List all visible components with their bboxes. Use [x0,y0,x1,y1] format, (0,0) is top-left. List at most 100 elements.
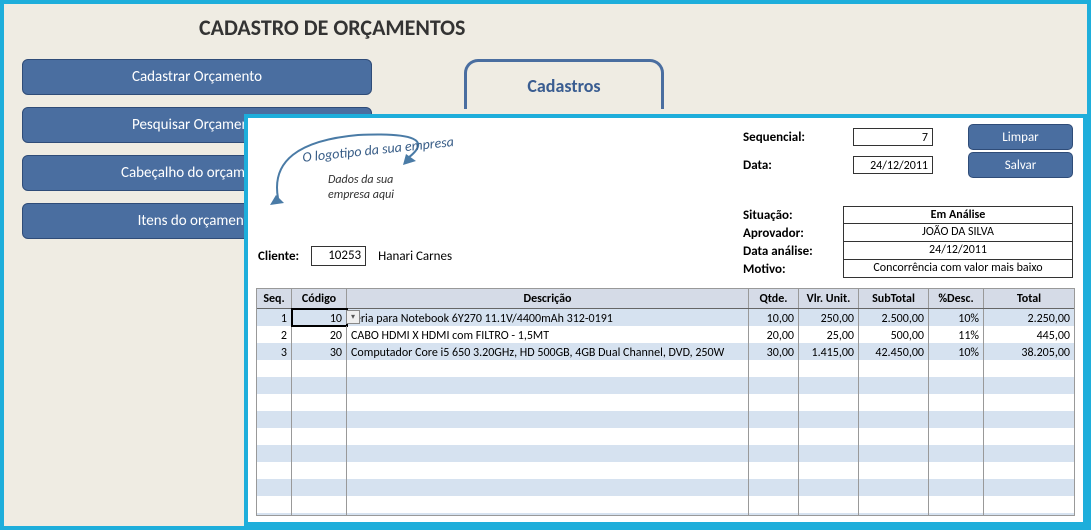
cell-total[interactable]: 2.250,00 [984,309,1074,326]
tab-cadastros[interactable]: Cadastros [464,59,664,109]
cell-desc[interactable] [929,462,984,479]
dropdown-icon[interactable]: ▾ [346,310,360,324]
cell-unit[interactable] [799,428,859,445]
cell-total[interactable] [984,479,1074,496]
cell-desc[interactable] [929,411,984,428]
cell-qtde[interactable] [749,394,799,411]
cell-seq[interactable] [257,394,292,411]
cell-qtde[interactable] [749,377,799,394]
cell-subtotal[interactable] [859,479,929,496]
cell-total[interactable] [984,428,1074,445]
cell-qtde[interactable]: 10,00 [749,309,799,326]
cadastrar-orcamento-button[interactable]: Cadastrar Orçamento [22,59,372,95]
cell-qtde[interactable] [749,496,799,513]
table-row[interactable] [257,445,1074,462]
cell-subtotal[interactable] [859,462,929,479]
items-grid[interactable]: Seq. Código Descrição Qtde. Vlr. Unit. S… [256,288,1075,516]
cell-desc[interactable] [929,513,984,516]
sequencial-value[interactable]: 7 [853,128,933,146]
cell-seq[interactable] [257,496,292,513]
cell-descricao[interactable] [347,462,749,479]
cell-qtde[interactable] [749,479,799,496]
cell-seq[interactable]: 2 [257,326,292,343]
table-row[interactable] [257,479,1074,496]
table-row[interactable] [257,377,1074,394]
cell-total[interactable] [984,462,1074,479]
cell-descricao[interactable] [347,513,749,516]
table-row[interactable] [257,513,1074,516]
cell-qtde[interactable]: 30,00 [749,343,799,360]
cell-seq[interactable] [257,377,292,394]
cell-descricao[interactable] [347,496,749,513]
cell-desc[interactable] [929,428,984,445]
cell-codigo[interactable] [292,496,347,513]
cell-total[interactable] [984,513,1074,516]
cell-unit[interactable]: 25,00 [799,326,859,343]
cell-unit[interactable] [799,360,859,377]
cell-desc[interactable] [929,445,984,462]
cell-qtde[interactable] [749,462,799,479]
cell-total[interactable] [984,394,1074,411]
table-row[interactable]: 330Computador Core i5 650 3.20GHz, HD 50… [257,343,1074,360]
cell-desc[interactable]: 11% [929,326,984,343]
table-row[interactable] [257,462,1074,479]
cell-desc[interactable] [929,377,984,394]
cell-descricao[interactable]: Computador Core i5 650 3.20GHz, HD 500GB… [347,343,749,360]
cell-codigo[interactable] [292,411,347,428]
data-value[interactable]: 24/12/2011 [853,156,933,174]
cell-codigo[interactable] [292,428,347,445]
cell-descricao[interactable] [347,428,749,445]
cell-subtotal[interactable]: 42.450,00 [859,343,929,360]
cell-subtotal[interactable] [859,411,929,428]
cell-descricao[interactable]: teria para Notebook 6Y270 11.1V/4400mAh … [347,309,749,326]
cell-unit[interactable] [799,394,859,411]
cell-seq[interactable] [257,360,292,377]
table-row[interactable] [257,411,1074,428]
cell-total[interactable] [984,360,1074,377]
cell-codigo[interactable] [292,377,347,394]
cell-descricao[interactable] [347,479,749,496]
table-row[interactable]: 220CABO HDMI X HDMI com FILTRO - 1,5MT20… [257,326,1074,343]
cell-qtde[interactable] [749,411,799,428]
cell-codigo[interactable] [292,394,347,411]
cell-descricao[interactable] [347,411,749,428]
cell-codigo[interactable]: 20 [292,326,347,343]
cell-qtde[interactable] [749,428,799,445]
cell-descricao[interactable]: CABO HDMI X HDMI com FILTRO - 1,5MT [347,326,749,343]
cell-codigo[interactable] [292,445,347,462]
cell-subtotal[interactable]: 500,00 [859,326,929,343]
cell-codigo[interactable]: 10▾ [292,309,347,326]
table-row[interactable] [257,394,1074,411]
cell-subtotal[interactable] [859,428,929,445]
cell-unit[interactable] [799,445,859,462]
cell-descricao[interactable] [347,377,749,394]
cell-unit[interactable] [799,479,859,496]
cell-desc[interactable] [929,479,984,496]
cell-qtde[interactable]: 20,00 [749,326,799,343]
cell-desc[interactable] [929,496,984,513]
cell-total[interactable] [984,496,1074,513]
cell-descricao[interactable] [347,445,749,462]
table-row[interactable] [257,496,1074,513]
cell-seq[interactable]: 3 [257,343,292,360]
cell-total[interactable]: 38.205,00 [984,343,1074,360]
grid-body[interactable]: 110▾teria para Notebook 6Y270 11.1V/4400… [257,309,1074,516]
cell-codigo[interactable] [292,462,347,479]
cell-unit[interactable]: 250,00 [799,309,859,326]
cell-subtotal[interactable] [859,513,929,516]
cell-desc[interactable] [929,360,984,377]
cell-seq[interactable] [257,428,292,445]
table-row[interactable] [257,360,1074,377]
cell-subtotal[interactable]: 2.500,00 [859,309,929,326]
cell-unit[interactable] [799,513,859,516]
cell-seq[interactable]: 1 [257,309,292,326]
cell-codigo[interactable] [292,479,347,496]
cell-total[interactable]: 445,00 [984,326,1074,343]
cell-desc[interactable]: 10% [929,309,984,326]
cell-unit[interactable] [799,411,859,428]
cell-total[interactable] [984,377,1074,394]
cell-unit[interactable] [799,377,859,394]
cell-subtotal[interactable] [859,445,929,462]
table-row[interactable]: 110▾teria para Notebook 6Y270 11.1V/4400… [257,309,1074,326]
cell-qtde[interactable] [749,513,799,516]
